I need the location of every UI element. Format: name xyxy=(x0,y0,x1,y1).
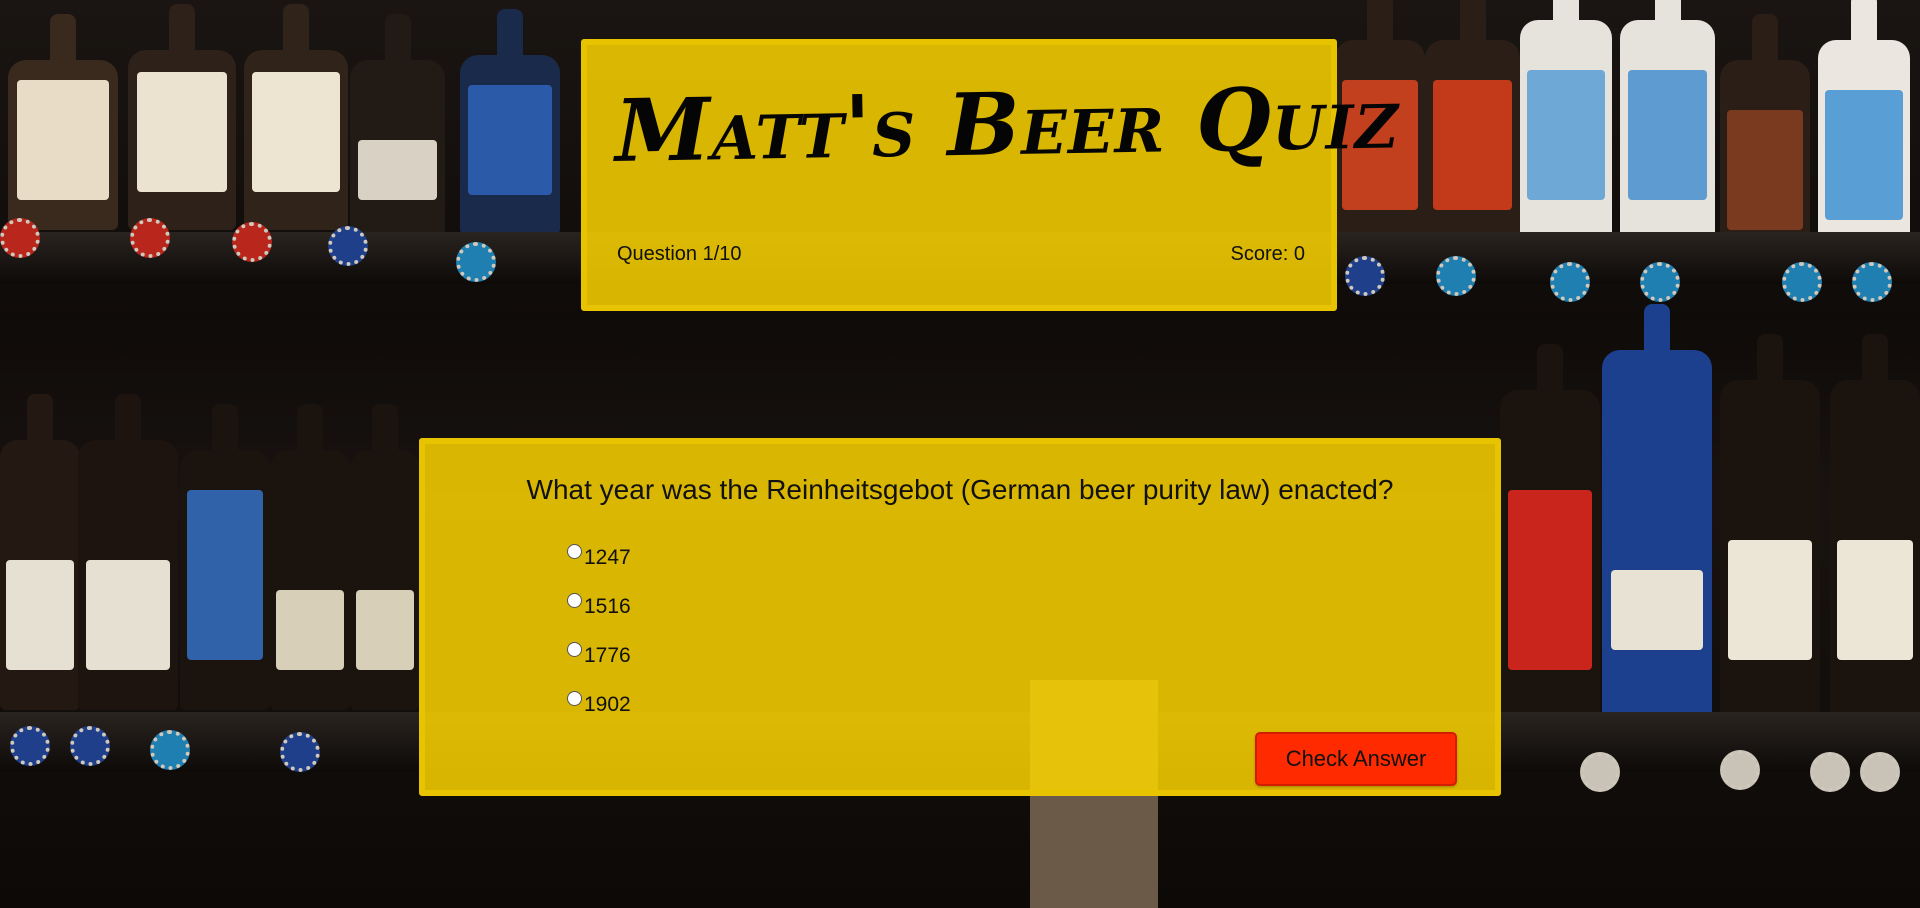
quiz-title: Matt's Beer Quiz xyxy=(614,67,1401,182)
answer-option[interactable]: 1516 xyxy=(567,581,631,630)
bottle-image xyxy=(1830,334,1920,720)
bottle-cap xyxy=(1345,256,1385,296)
bottle-cap xyxy=(1720,750,1760,790)
radio-button[interactable] xyxy=(567,642,582,657)
bottle-image xyxy=(350,404,420,710)
answer-option[interactable]: 1902 xyxy=(567,679,631,728)
radio-button[interactable] xyxy=(567,691,582,706)
bottle-image xyxy=(78,394,178,710)
bottle-cap xyxy=(1580,752,1620,792)
bottle-cap xyxy=(130,218,170,258)
bottle-cap xyxy=(456,242,496,282)
answer-label: 1902 xyxy=(584,692,631,716)
bottle-cap xyxy=(150,730,190,770)
question-counter: Question 1/10 xyxy=(617,243,742,265)
bottle-image xyxy=(1425,0,1520,260)
quiz-header-card: Matt's Beer Quiz Question 1/10 Score: 0 xyxy=(581,39,1401,311)
bottle-cap xyxy=(1436,256,1476,296)
answer-options: 1247 1516 1776 1902 xyxy=(567,532,631,728)
bottle-cap xyxy=(1810,752,1850,792)
bottle-image xyxy=(1500,344,1600,720)
bottle-cap xyxy=(0,218,40,258)
bottle-cap xyxy=(70,726,110,766)
bottle-cap xyxy=(280,732,320,772)
answer-label: 1776 xyxy=(584,643,631,667)
answer-option[interactable]: 1776 xyxy=(567,630,631,679)
bottle-image xyxy=(128,4,236,230)
bottle-cap xyxy=(1550,262,1590,302)
question-text: What year was the Reinheitsgebot (German… xyxy=(526,474,1394,505)
bottle-image xyxy=(350,14,445,235)
answer-label: 1516 xyxy=(584,594,631,618)
bottle-image xyxy=(244,4,348,230)
answer-label: 1247 xyxy=(584,545,631,569)
bottle-cap xyxy=(1860,752,1900,792)
bottle-image xyxy=(460,9,560,235)
bottle-image xyxy=(180,404,270,710)
bottle-image xyxy=(270,404,350,710)
radio-button[interactable] xyxy=(567,544,582,559)
answer-option[interactable]: 1247 xyxy=(567,532,631,581)
radio-button[interactable] xyxy=(567,593,582,608)
bottle-cap xyxy=(328,226,368,266)
bottle-cap xyxy=(1852,262,1892,302)
bottle-cap xyxy=(10,726,50,766)
bottle-image xyxy=(1720,334,1820,720)
bottle-cap xyxy=(232,222,272,262)
bottle-image xyxy=(8,14,118,230)
question-card: What year was the Reinheitsgebot (German… xyxy=(419,438,1501,796)
bottle-cap xyxy=(1782,262,1822,302)
bottle-image xyxy=(1602,304,1712,730)
bottle-cap xyxy=(1640,262,1680,302)
check-answer-button[interactable]: Check Answer xyxy=(1255,732,1457,786)
score-display: Score: 0 xyxy=(1230,243,1305,265)
bottle-image xyxy=(0,394,80,710)
